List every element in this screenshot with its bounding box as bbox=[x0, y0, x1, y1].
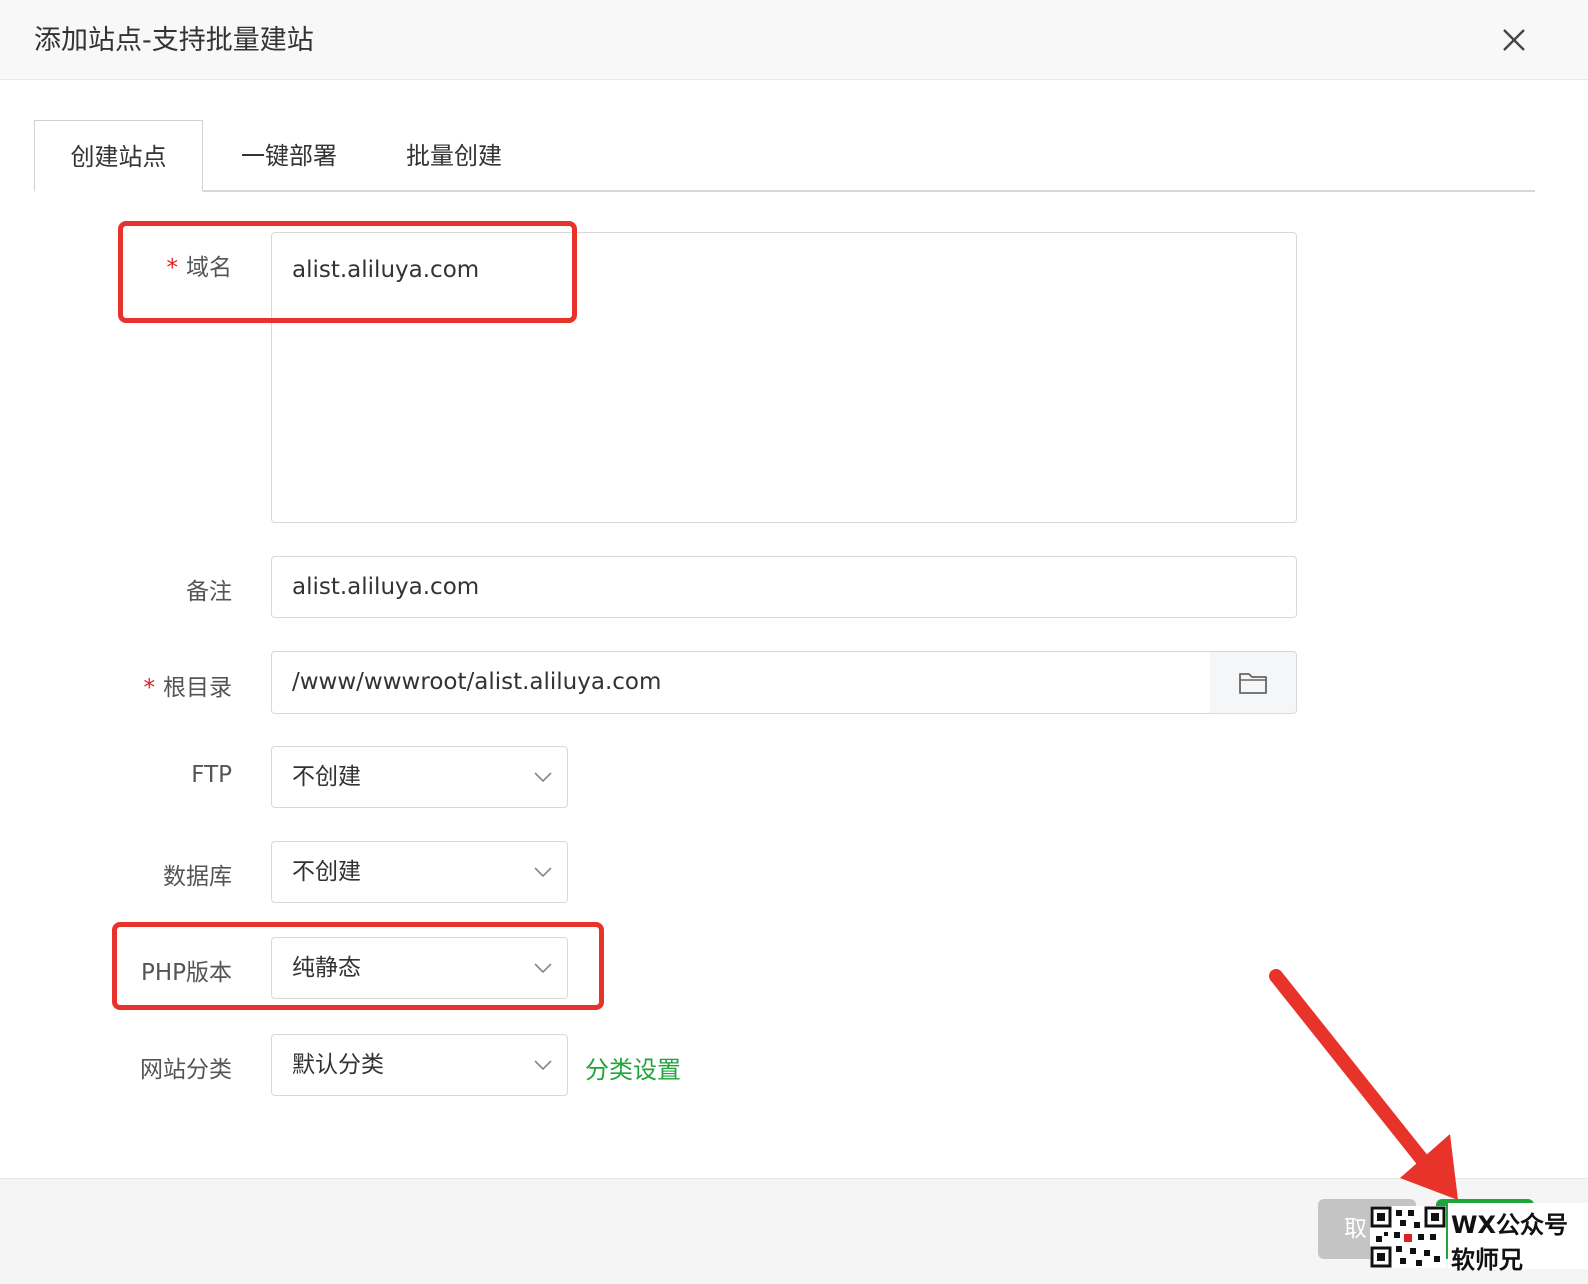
remark-value: alist.aliluya.com bbox=[292, 574, 480, 600]
category-select[interactable]: 默认分类 bbox=[271, 1034, 568, 1096]
tab-create-site[interactable]: 创建站点 bbox=[34, 120, 203, 192]
domain-value: alist.aliluya.com bbox=[292, 257, 480, 283]
ftp-label: FTP bbox=[191, 762, 232, 788]
watermark-text: WX公众号 bbox=[1451, 1211, 1568, 1239]
php-version-label: PHP版本 bbox=[140, 960, 232, 986]
root-label-text: 根目录 bbox=[163, 675, 232, 701]
dialog-title: 添加站点-支持批量建站 bbox=[34, 25, 314, 56]
watermark-text: 软师兄 bbox=[1451, 1246, 1523, 1274]
database-value: 不创建 bbox=[292, 859, 361, 885]
browse-folder-button[interactable] bbox=[1210, 651, 1297, 714]
remark-input[interactable]: alist.aliluya.com bbox=[271, 556, 1297, 618]
domain-textarea[interactable]: alist.aliluya.com bbox=[271, 232, 1297, 523]
category-value: 默认分类 bbox=[292, 1052, 384, 1078]
required-mark: * bbox=[143, 675, 156, 701]
category-label: 网站分类 bbox=[140, 1057, 232, 1083]
tab-one-click-deploy[interactable]: 一键部署 bbox=[224, 120, 354, 192]
domain-label: * 域名 bbox=[32, 248, 233, 282]
tab-bar: 创建站点 一键部署 批量创建 bbox=[34, 120, 1535, 192]
ftp-value: 不创建 bbox=[292, 764, 361, 790]
chevron-down-icon bbox=[534, 867, 552, 878]
root-dir-input[interactable]: /www/wwwroot/alist.aliluya.com bbox=[271, 651, 1211, 714]
database-select[interactable]: 不创建 bbox=[271, 841, 568, 903]
remark-label: 备注 bbox=[186, 579, 232, 605]
database-label: 数据库 bbox=[163, 864, 232, 890]
chevron-down-icon bbox=[534, 772, 552, 783]
root-label: * 根目录 bbox=[32, 668, 233, 702]
php-version-value: 纯静态 bbox=[292, 955, 361, 981]
php-version-select[interactable]: 纯静态 bbox=[271, 937, 568, 999]
close-button[interactable] bbox=[1494, 20, 1534, 60]
category-settings-link[interactable]: 分类设置 bbox=[585, 1050, 681, 1085]
required-mark: * bbox=[166, 255, 179, 281]
qr-code-icon bbox=[1370, 1206, 1446, 1268]
close-icon bbox=[1503, 29, 1525, 51]
red-arrow-annotation bbox=[1269, 969, 1458, 1200]
chevron-down-icon bbox=[534, 963, 552, 974]
domain-label-text: 域名 bbox=[186, 255, 232, 281]
root-dir-value: /www/wwwroot/alist.aliluya.com bbox=[292, 669, 662, 695]
tab-batch-create[interactable]: 批量创建 bbox=[389, 120, 519, 192]
dialog-header: 添加站点-支持批量建站 bbox=[0, 0, 1588, 80]
ftp-select[interactable]: 不创建 bbox=[271, 746, 568, 808]
folder-icon bbox=[1239, 673, 1267, 694]
chevron-down-icon bbox=[534, 1060, 552, 1071]
